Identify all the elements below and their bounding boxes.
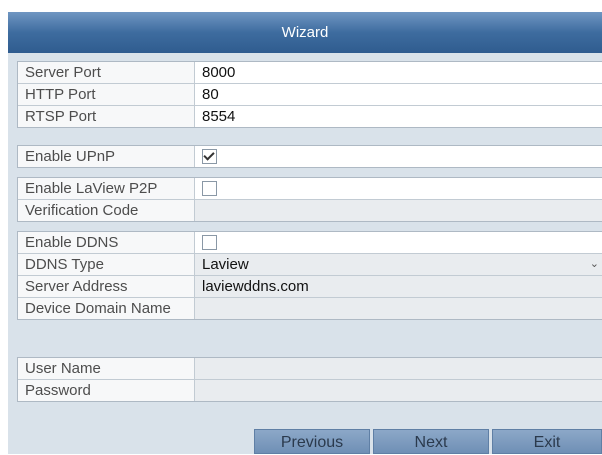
server-address-field[interactable]: laviewddns.com [195, 276, 602, 297]
upnp-checkbox-cell [195, 146, 602, 167]
password-label: Password [18, 380, 195, 401]
device-domain-row: Device Domain Name [18, 298, 602, 319]
ddns-enable-row: Enable DDNS [18, 232, 602, 254]
ddns-type-row: DDNS Type Laview ⌄ [18, 254, 602, 276]
p2p-group: Enable LaView P2P Verification Code [17, 177, 602, 222]
verification-code-row: Verification Code [18, 200, 602, 221]
button-bar: Previous Next Exit [0, 429, 602, 454]
chevron-down-icon: ⌄ [589, 258, 599, 270]
verification-code-label: Verification Code [18, 200, 195, 221]
enable-upnp-label: Enable UPnP [18, 146, 195, 167]
enable-p2p-checkbox[interactable] [202, 181, 217, 196]
upnp-group: Enable UPnP [17, 145, 602, 168]
server-port-row: Server Port 8000 [18, 62, 602, 84]
upnp-row: Enable UPnP [18, 146, 602, 167]
password-field[interactable] [195, 380, 602, 401]
exit-button[interactable]: Exit [492, 429, 602, 454]
user-name-label: User Name [18, 358, 195, 379]
server-port-field[interactable]: 8000 [195, 62, 602, 83]
verification-code-field[interactable] [195, 200, 602, 221]
user-name-row: User Name [18, 358, 602, 380]
wizard-title-bar: Wizard [8, 12, 602, 53]
server-address-row: Server Address laviewddns.com [18, 276, 602, 298]
server-address-label: Server Address [18, 276, 195, 297]
http-port-row: HTTP Port 80 [18, 84, 602, 106]
enable-p2p-label: Enable LaView P2P [18, 178, 195, 199]
ddns-type-select[interactable]: Laview ⌄ [195, 254, 602, 275]
device-domain-label: Device Domain Name [18, 298, 195, 319]
http-port-label: HTTP Port [18, 84, 195, 105]
rtsp-port-row: RTSP Port 8554 [18, 106, 602, 127]
account-group: User Name Password [17, 357, 602, 402]
ports-group: Server Port 8000 HTTP Port 80 RTSP Port … [17, 61, 602, 128]
user-name-field[interactable] [195, 358, 602, 379]
http-port-field[interactable]: 80 [195, 84, 602, 105]
ddns-type-label: DDNS Type [18, 254, 195, 275]
rtsp-port-label: RTSP Port [18, 106, 195, 127]
next-button[interactable]: Next [373, 429, 489, 454]
rtsp-port-field[interactable]: 8554 [195, 106, 602, 127]
device-domain-field[interactable] [195, 298, 602, 319]
previous-button[interactable]: Previous [254, 429, 370, 454]
p2p-row: Enable LaView P2P [18, 178, 602, 200]
ddns-checkbox-cell [195, 232, 602, 253]
window-title: Wizard [281, 24, 329, 41]
ddns-group: Enable DDNS DDNS Type Laview ⌄ Server Ad… [17, 231, 602, 320]
server-port-label: Server Port [18, 62, 195, 83]
p2p-checkbox-cell [195, 178, 602, 199]
ddns-type-value: Laview [202, 256, 249, 273]
wizard-panel: Server Port 8000 HTTP Port 80 RTSP Port … [8, 53, 602, 454]
enable-upnp-checkbox[interactable] [202, 149, 217, 164]
password-row: Password [18, 380, 602, 401]
enable-ddns-checkbox[interactable] [202, 235, 217, 250]
enable-ddns-label: Enable DDNS [18, 232, 195, 253]
